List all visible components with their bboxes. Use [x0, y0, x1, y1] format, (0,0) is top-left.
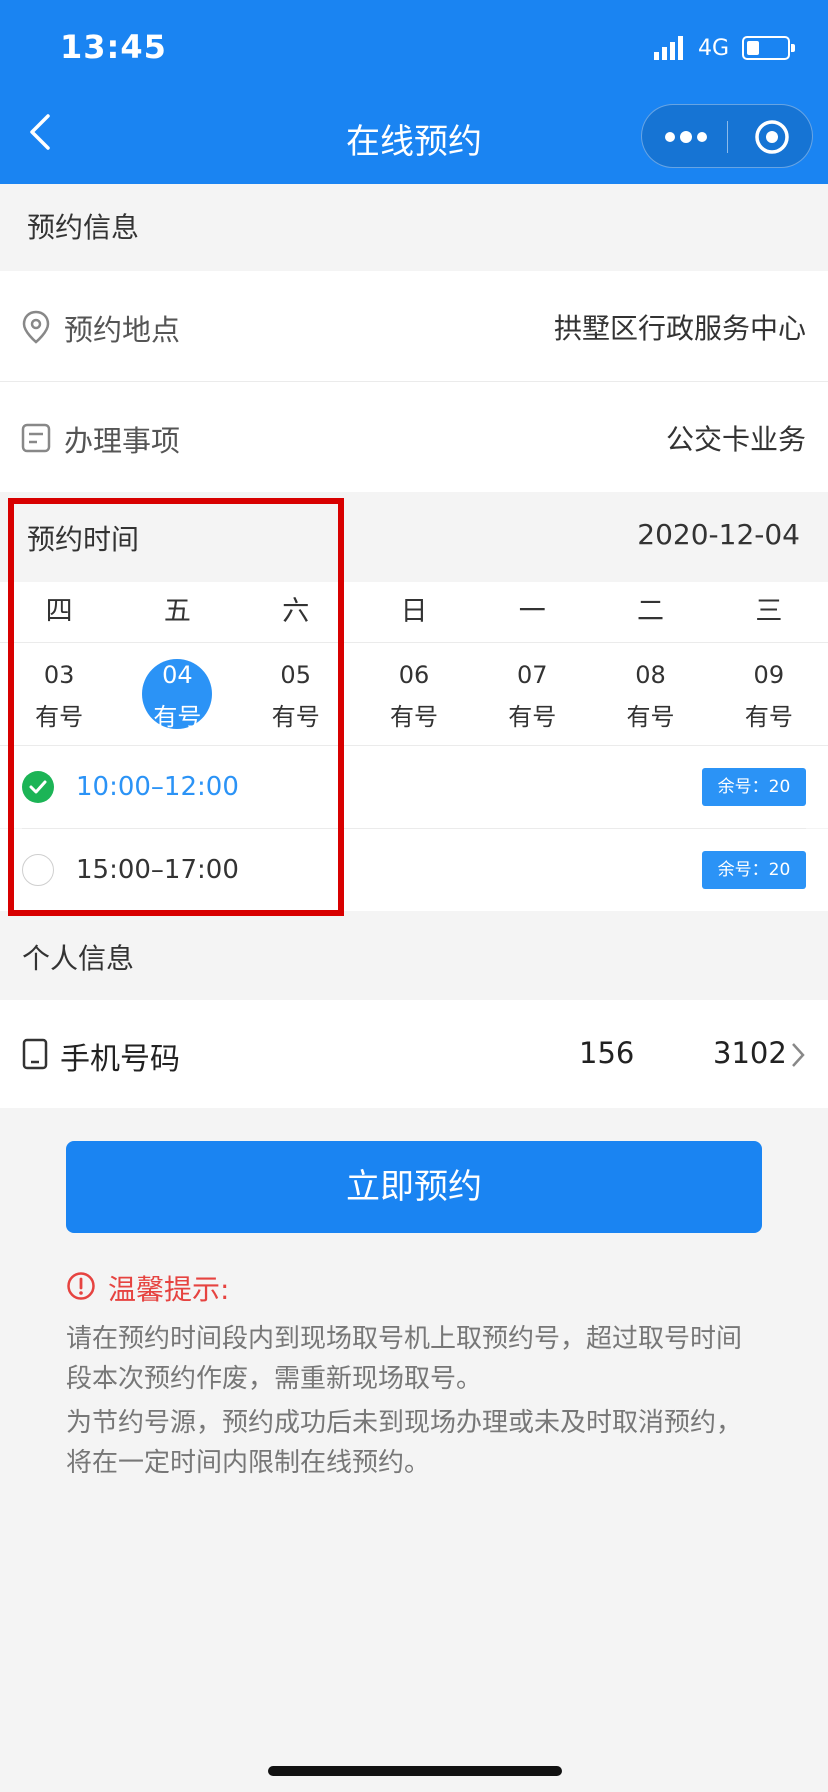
phone-value-start: 156: [579, 1036, 635, 1070]
location-row[interactable]: 预约地点 拱墅区行政服务中心: [0, 271, 828, 381]
radio-checked[interactable]: [22, 771, 54, 803]
document-icon: [21, 423, 51, 453]
selected-date: 2020-12-04: [637, 518, 800, 551]
remaining-badge: 余号：20: [702, 851, 806, 889]
date-status: 有号: [508, 703, 557, 731]
date-status: 有号: [744, 703, 793, 731]
date-day: 05: [280, 661, 311, 689]
date-cell[interactable]: 07 有号: [473, 643, 591, 745]
alert-circle-icon: [67, 1272, 95, 1300]
date-day: 07: [516, 661, 548, 689]
home-indicator: [268, 1766, 562, 1776]
submit-booking-button[interactable]: 立即预约: [66, 1141, 762, 1233]
date-cell[interactable]: 09 有号: [710, 643, 828, 745]
time-slot[interactable]: 10:00–12:00 余号：20: [0, 746, 828, 828]
date-status: 有号: [153, 703, 202, 731]
date-cell[interactable]: 03 有号: [0, 643, 118, 745]
date-status: 有号: [35, 703, 84, 731]
matter-row[interactable]: 办理事项 公交卡业务: [0, 382, 828, 492]
slot-time: 10:00–12:00: [76, 772, 239, 802]
chevron-right-icon: [792, 1043, 805, 1067]
weekday-label: 四: [45, 596, 73, 627]
date-day: 06: [398, 661, 430, 689]
date-cell[interactable]: 05 有号: [237, 643, 355, 745]
status-time: 13:45: [60, 28, 167, 66]
location-value: 拱墅区行政服务中心: [553, 312, 806, 345]
section-title-booking-info: 预约信息: [27, 211, 140, 244]
location-pin-icon: [22, 310, 50, 344]
date-cell-selected[interactable]: 04 有号: [118, 643, 236, 745]
slot-time: 15:00–17:00: [76, 855, 239, 885]
mini-program-capsule: [641, 104, 813, 168]
phone-row[interactable]: 手机号码 156 3102: [0, 1000, 828, 1108]
date-day: 08: [635, 661, 666, 689]
tips-line-1: 请在预约时间段内到现场取号机上取预约号，超过取号时间段本次预约作废，需重新现场取…: [66, 1324, 743, 1394]
radio-unchecked[interactable]: [22, 854, 54, 886]
weekday-label: 一: [518, 596, 546, 627]
section-title-booking-time: 预约时间: [27, 523, 140, 556]
date-picker: 03 有号 04 有号 05 有号 06 有号 07 有号 08 有号 09 有…: [0, 643, 828, 745]
date-status: 有号: [271, 703, 320, 731]
matter-value: 公交卡业务: [665, 423, 806, 456]
weekday-label: 三: [755, 596, 783, 627]
date-status: 有号: [389, 703, 438, 731]
network-label: 4G: [698, 36, 730, 61]
battery-icon: [742, 36, 795, 60]
phone-icon: [22, 1038, 48, 1070]
signal-icon: [654, 36, 683, 60]
tips-title: 温馨提示:: [108, 1273, 230, 1306]
weekday-label: 二: [637, 596, 665, 627]
weekday-label: 六: [282, 596, 310, 627]
section-title-personal-info: 个人信息: [22, 942, 135, 975]
time-slot[interactable]: 15:00–17:00 余号：20: [0, 829, 828, 911]
tips-line-2: 为节约号源，预约成功后未到现场办理或未及时取消预约，将在一定时间内限制在线预约。: [66, 1408, 743, 1478]
weekday-label: 日: [400, 596, 428, 627]
check-icon: [29, 780, 47, 794]
more-icon[interactable]: [662, 125, 710, 149]
date-day: 04: [162, 661, 193, 689]
date-status: 有号: [626, 703, 675, 731]
date-cell[interactable]: 06 有号: [355, 643, 473, 745]
phone-value-end: 3102: [713, 1036, 787, 1070]
phone-label: 手机号码: [60, 1042, 180, 1077]
date-day: 03: [43, 661, 75, 689]
remaining-badge: 余号：20: [702, 768, 806, 806]
location-label: 预约地点: [64, 313, 181, 347]
matter-label: 办理事项: [64, 424, 181, 458]
weekday-header: 四 五 六 日 一 二 三: [0, 582, 828, 642]
weekday-label: 五: [163, 596, 191, 627]
target-icon[interactable]: [752, 117, 792, 157]
date-day: 09: [753, 661, 785, 689]
date-cell[interactable]: 08 有号: [591, 643, 709, 745]
